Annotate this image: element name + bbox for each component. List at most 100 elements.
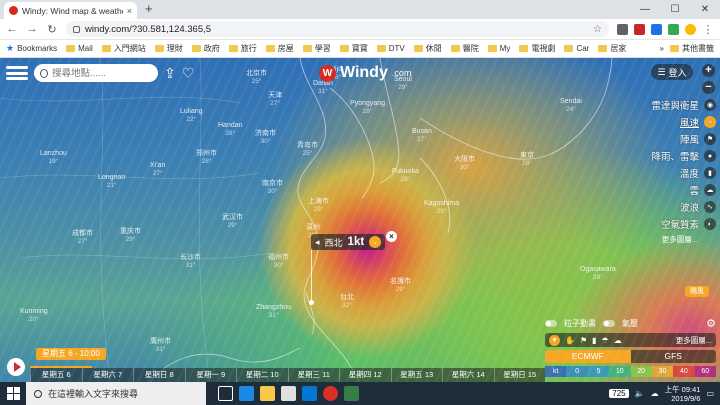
bookmark-folder[interactable]: DTV — [376, 44, 405, 53]
timeline-day[interactable]: 星期五 6 — [30, 368, 82, 382]
network-icon[interactable]: ☁ — [651, 389, 659, 398]
file-explorer-icon[interactable] — [260, 386, 275, 401]
maximize-button[interactable]: ☐ — [660, 0, 690, 19]
bookmark-folder[interactable]: My — [487, 44, 510, 53]
layer-air-quality[interactable]: 空氣質素 ◐ — [661, 217, 716, 231]
zoom-in-button[interactable]: + — [702, 64, 715, 77]
chrome-icon[interactable] — [323, 386, 338, 401]
pressure-toggle[interactable] — [603, 320, 615, 327]
taskbar-search[interactable]: 在這裡輸入文字來搜尋 — [26, 382, 206, 405]
bookmark-folder[interactable]: 學習 — [302, 43, 331, 54]
settings-icon[interactable]: ⚙ — [706, 317, 716, 330]
login-button[interactable]: ☰ 登入 — [651, 64, 693, 80]
layer-waves[interactable]: 波浪 ∿ — [680, 200, 716, 214]
extension-blue-icon[interactable] — [651, 23, 662, 35]
zoom-controls: + − — [702, 64, 716, 94]
profile-avatar-icon[interactable] — [685, 23, 696, 35]
bookmark-item[interactable]: ★ Bookmarks — [6, 43, 57, 54]
bookmark-folder[interactable]: Mail — [66, 44, 93, 53]
hamburger-menu-icon[interactable] — [6, 64, 28, 82]
heart-icon[interactable]: ♡ — [182, 66, 195, 80]
windows-start-icon[interactable] — [0, 382, 26, 405]
bookmark-folder[interactable]: 休閒 — [413, 43, 442, 54]
reload-icon[interactable]: ↻ — [46, 23, 58, 36]
layer-gusts[interactable]: 陣風 ⚑ — [680, 132, 716, 146]
hand-icon[interactable]: ✋ — [565, 336, 575, 345]
timeline-day[interactable]: 星期六 7 — [81, 368, 134, 382]
timeline-day[interactable]: 星期二 10 — [236, 368, 288, 382]
mail-icon[interactable] — [302, 386, 317, 401]
minimize-button[interactable]: — — [630, 0, 660, 19]
heart-icon[interactable]: ♥ — [549, 334, 560, 346]
new-tab-button[interactable]: + — [145, 2, 153, 16]
bookmark-folder[interactable]: 入門網站 — [101, 43, 146, 54]
hurricane-tracker-button[interactable]: 颶風 — [685, 286, 709, 297]
more-layers-link[interactable]: 更多圖層... — [662, 234, 698, 245]
layer-temperature[interactable]: 溫度 ▮ — [680, 166, 716, 180]
bookmark-folder[interactable]: 居家 — [598, 43, 626, 54]
forward-arrow-icon[interactable]: → — [26, 23, 38, 35]
timeline-day[interactable]: 星期四 12 — [339, 368, 391, 382]
cloud-icon[interactable]: ☁ — [614, 336, 622, 345]
timeline-day[interactable]: 星期日 8 — [133, 368, 185, 382]
bookmark-folder[interactable]: 電視劇 — [519, 43, 555, 54]
share-icon[interactable]: ⇪ — [164, 66, 176, 80]
timeline-day[interactable]: 星期六 14 — [442, 368, 494, 382]
bookmarks-more-button[interactable]: » — [660, 44, 664, 53]
search-icon — [34, 389, 42, 398]
layer-radar-satellite[interactable]: 雷達與衛星 ◉ — [651, 98, 716, 112]
bookmark-folder[interactable]: 醫院 — [450, 43, 479, 54]
task-view-icon[interactable] — [218, 386, 233, 401]
chevron-down-icon[interactable]: ⌄ — [369, 236, 382, 248]
app-icon[interactable] — [344, 386, 359, 401]
bookmark-folder[interactable]: 寶寶 — [339, 43, 368, 54]
back-arrow-icon[interactable]: ← — [6, 23, 18, 35]
model-ecmwf-button[interactable]: ECMWF — [545, 350, 631, 363]
timeline-day[interactable]: 星期日 15 — [493, 368, 546, 382]
browser-tab[interactable]: Windy: Wind map & weather f × — [4, 2, 137, 19]
timeline-days[interactable]: 星期五 6 星期六 7 星期日 8 星期一 9 星期二 10 星期三 11 星期… — [30, 368, 545, 382]
layer-clouds[interactable]: 雲 ☁ — [689, 183, 716, 197]
notification-icon[interactable]: ▭ — [706, 389, 714, 398]
tab-close-icon[interactable]: × — [127, 6, 132, 16]
translate-icon[interactable] — [617, 23, 628, 35]
timeline-day[interactable]: 星期五 13 — [390, 368, 443, 382]
address-bar[interactable]: windy.com/?30.581,124.365,5 ☆ — [66, 21, 609, 37]
current-time-bubble[interactable]: 星期五 6 - 10:00 — [36, 348, 106, 360]
layer-rain[interactable]: 降雨、雷擊 ● — [651, 149, 716, 163]
model-gfs-button[interactable]: GFS — [630, 350, 716, 363]
more-layers-link[interactable]: 更多圖層... — [676, 335, 712, 346]
zoom-out-button[interactable]: − — [702, 81, 715, 94]
thermometer-icon[interactable]: ▮ — [592, 336, 596, 345]
layer-wind[interactable]: 風速 ≈ — [680, 115, 716, 129]
store-icon[interactable] — [281, 386, 296, 401]
windy-logo[interactable]: W Windy .com — [319, 64, 411, 82]
particles-toggle[interactable] — [545, 320, 557, 327]
picker-close-icon[interactable]: × — [386, 231, 397, 242]
bookmark-folder[interactable]: 房屋 — [265, 43, 294, 54]
bookmark-folder[interactable]: 政府 — [191, 43, 220, 54]
extension-green-icon[interactable] — [668, 23, 679, 35]
timeline-day[interactable]: 星期一 9 — [184, 368, 237, 382]
weather-map[interactable]: Dalian 31° 北京市 25° 天津 27° Handan 28° 济南市 30° … — [0, 58, 720, 382]
flag-icon[interactable]: ⚑ — [580, 336, 587, 345]
bookmark-folder[interactable]: 理財 — [154, 43, 183, 54]
location-search[interactable] — [34, 64, 158, 82]
edge-icon[interactable] — [239, 386, 254, 401]
play-button[interactable] — [7, 358, 25, 376]
close-window-button[interactable]: ✕ — [690, 0, 720, 19]
system-clock[interactable]: 上午 09:41 2019/9/6 — [665, 385, 701, 403]
wind-picker[interactable]: ◂ 西北 1kt ⌄ — [311, 234, 386, 250]
other-bookmarks-folder[interactable]: 其他書籤 — [670, 43, 714, 54]
extension-red-icon[interactable] — [634, 23, 645, 35]
picker-anchor[interactable] — [309, 300, 314, 305]
rain-icon[interactable]: ☂ — [602, 336, 609, 345]
search-input[interactable] — [52, 67, 152, 79]
bookmark-star-icon[interactable]: ☆ — [593, 24, 602, 35]
bookmark-folder[interactable]: 旅行 — [228, 43, 257, 54]
ime-indicator[interactable]: 725 — [609, 389, 629, 398]
timeline-day[interactable]: 星期三 11 — [287, 368, 340, 382]
menu-dots-icon[interactable]: ⋮ — [702, 23, 714, 36]
speaker-icon[interactable]: 🔈 — [635, 389, 645, 398]
bookmark-folder[interactable]: Car — [564, 44, 589, 53]
